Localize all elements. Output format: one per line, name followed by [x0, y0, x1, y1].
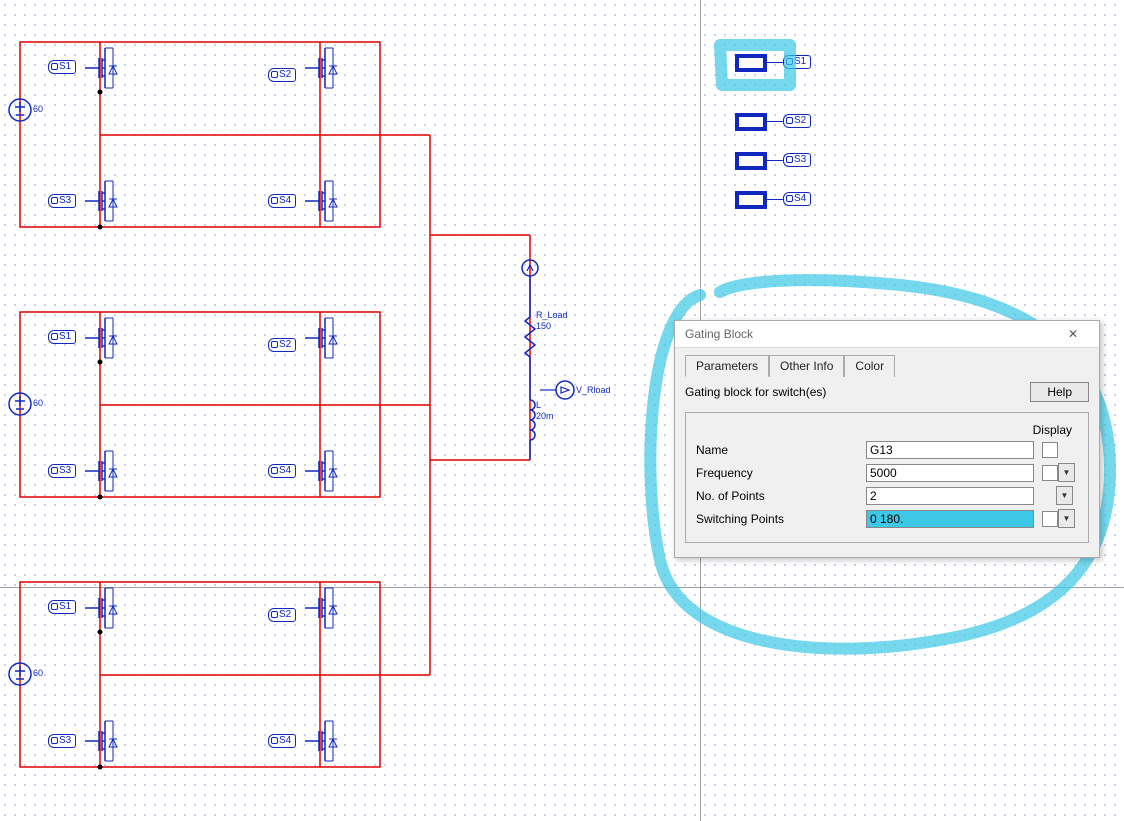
input-name[interactable]	[866, 441, 1034, 459]
row-npoints: No. of Points ▼	[696, 486, 1078, 505]
gating-block[interactable]	[735, 113, 767, 131]
dialog-title: Gating Block	[685, 327, 753, 341]
r-name: R_Load	[536, 310, 568, 320]
gating-block[interactable]	[735, 54, 767, 72]
close-icon[interactable]: ✕	[1053, 322, 1093, 346]
gating-target[interactable]: S3	[783, 153, 811, 167]
display-header: Display	[696, 423, 1078, 437]
gating-block[interactable]	[735, 152, 767, 170]
sw-label[interactable]: S3	[48, 734, 76, 748]
l-value: 20m	[536, 411, 554, 421]
dialog-description: Gating block for switch(es)	[685, 385, 826, 399]
label-frequency: Frequency	[696, 466, 866, 480]
tab-color[interactable]: Color	[844, 355, 895, 377]
display-checkbox[interactable]	[1042, 511, 1058, 527]
chevron-down-icon[interactable]: ▼	[1056, 486, 1073, 505]
row-frequency: Frequency ▼	[696, 463, 1078, 482]
label-swpoints: Switching Points	[696, 512, 866, 526]
dialog-titlebar[interactable]: Gating Block ✕	[675, 321, 1099, 348]
label-npoints: No. of Points	[696, 489, 866, 503]
gating-target[interactable]: S4	[783, 192, 811, 206]
label-name: Name	[696, 443, 866, 457]
input-frequency[interactable]	[866, 464, 1034, 482]
sw-label[interactable]: S1	[48, 600, 76, 614]
l-name: L	[536, 400, 541, 410]
dc-value: 60	[33, 104, 43, 114]
dc-value: 60	[33, 398, 43, 408]
parameter-group: Display Name Frequency ▼ No. of Points ▼…	[685, 412, 1089, 543]
gating-target[interactable]: S1	[783, 55, 811, 69]
dialog-tabs: Parameters Other Info Color	[685, 354, 1089, 376]
sw-label[interactable]: S1	[48, 330, 76, 344]
tab-parameters[interactable]: Parameters	[685, 355, 769, 377]
row-switching-points: Switching Points ▼	[696, 509, 1078, 528]
display-checkbox[interactable]	[1042, 442, 1058, 458]
dc-value: 60	[33, 668, 43, 678]
gating-block-dialog[interactable]: Gating Block ✕ Parameters Other Info Col…	[674, 320, 1100, 558]
chevron-down-icon[interactable]: ▼	[1058, 509, 1075, 528]
input-switching-points[interactable]	[866, 510, 1034, 528]
gating-target[interactable]: S2	[783, 114, 811, 128]
row-name: Name	[696, 441, 1078, 459]
help-button[interactable]: Help	[1030, 382, 1089, 402]
input-npoints[interactable]	[866, 487, 1034, 505]
sw-label[interactable]: S4	[268, 464, 296, 478]
sw-label[interactable]: S2	[268, 338, 296, 352]
sw-label[interactable]: S2	[268, 68, 296, 82]
chevron-down-icon[interactable]: ▼	[1058, 463, 1075, 482]
v-probe-name: V_Rload	[576, 385, 611, 395]
sw-label[interactable]: S3	[48, 194, 76, 208]
sw-label[interactable]: S4	[268, 194, 296, 208]
display-checkbox[interactable]	[1042, 465, 1058, 481]
sw-label[interactable]: S1	[48, 60, 76, 74]
sw-label[interactable]: S2	[268, 608, 296, 622]
tab-other-info[interactable]: Other Info	[769, 355, 844, 377]
gating-block[interactable]	[735, 191, 767, 209]
sw-label[interactable]: S3	[48, 464, 76, 478]
sw-label[interactable]: S4	[268, 734, 296, 748]
r-value: 150	[536, 321, 551, 331]
